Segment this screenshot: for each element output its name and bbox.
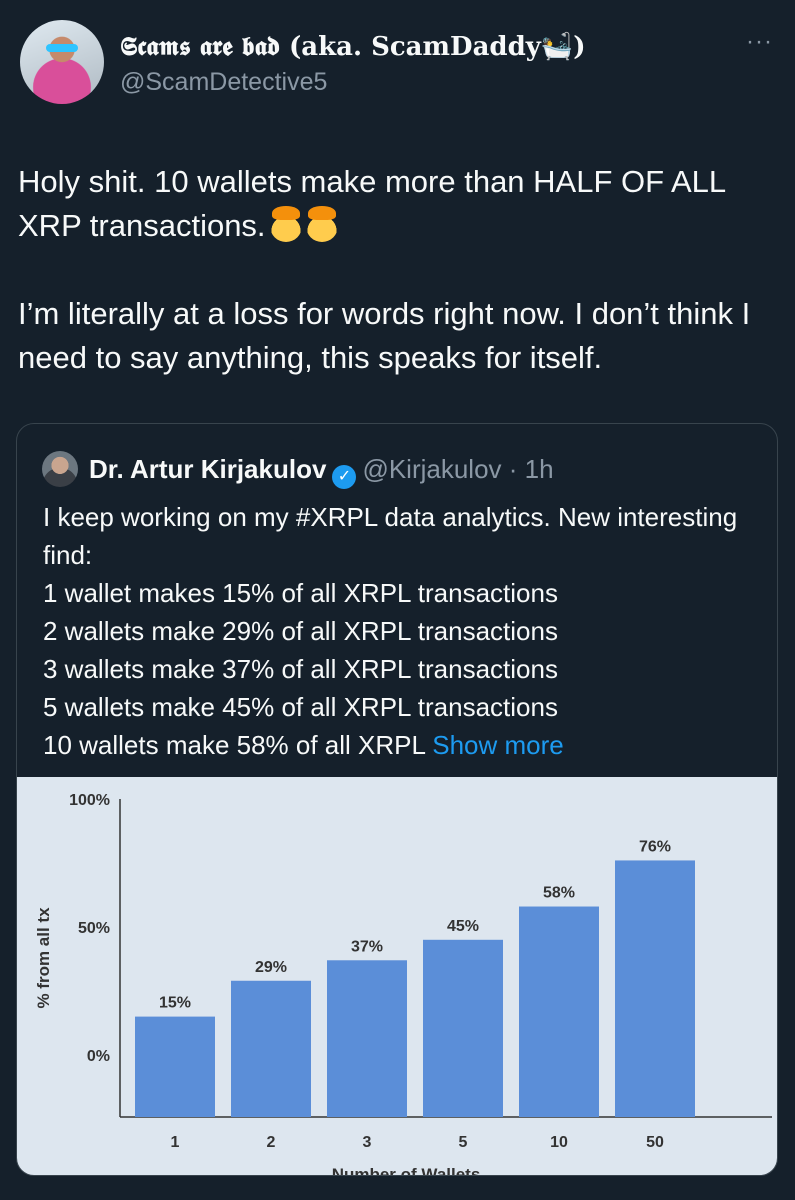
bar	[615, 860, 695, 1117]
exploding-head-emoji-icon	[305, 206, 338, 242]
x-tick-label: 3	[363, 1134, 372, 1151]
tweet-paragraph-1: Holy shit. 10 wallets make more than HAL…	[18, 160, 778, 248]
bar-value-label: 29%	[255, 959, 287, 976]
tweet-paragraph-2: I’m literally at a loss for words right …	[18, 296, 751, 375]
quoted-line: 2 wallets make 29% of all XRPL transacti…	[43, 616, 558, 646]
x-tick-label: 50	[646, 1134, 664, 1151]
bar-value-label: 58%	[543, 885, 575, 902]
author-display-name[interactable]: 𝕾𝖈𝖆𝖒𝖘 𝖆𝖗𝖊 𝖇𝖆𝖉 (aka. ScamDaddy🛀)	[120, 32, 586, 63]
quoted-tweet-text: I keep working on my #XRPL data analytic…	[43, 498, 763, 764]
quoted-author-name[interactable]: Dr. Artur Kirjakulov	[89, 454, 326, 484]
x-tick-label: 5	[459, 1134, 468, 1151]
avatar-visor	[46, 44, 78, 52]
exploding-head-emoji-icon	[269, 206, 302, 242]
x-axis-label: Number of Wallets	[332, 1165, 481, 1176]
tweet-text: Holy shit. 10 wallets make more than HAL…	[18, 160, 778, 380]
bar	[231, 980, 311, 1117]
bar-value-label: 45%	[447, 918, 479, 935]
x-tick-label: 2	[267, 1134, 276, 1151]
x-tick-label: 10	[550, 1134, 568, 1151]
tweet-line-1: Holy shit. 10 wallets make more than HAL…	[18, 164, 725, 243]
quoted-author-handle[interactable]: @Kirjakulov	[362, 454, 501, 484]
x-tick-label: 1	[171, 1134, 180, 1151]
bar-value-label: 76%	[639, 838, 671, 855]
bar	[423, 939, 503, 1117]
bar	[519, 906, 599, 1117]
bar-value-label: 37%	[351, 938, 383, 955]
quoted-line: I keep working on my #XRPL data analytic…	[43, 502, 738, 570]
y-tick-label: 0%	[87, 1048, 110, 1065]
quoted-tweet-header: Dr. Artur Kirjakulov ✓ @Kirjakulov · 1h	[89, 452, 554, 489]
show-more-link[interactable]: Show more	[432, 730, 564, 760]
quoted-line: 1 wallet makes 15% of all XRPL transacti…	[43, 578, 558, 608]
chart-image[interactable]: 0% 50% 100% % from all tx 15% 1 29% 2 37% 3 45% 5 58…	[17, 777, 777, 1176]
y-tick-label: 100%	[69, 792, 110, 809]
more-options-icon[interactable]: ···	[746, 30, 773, 54]
y-axis-label: % from all tx	[34, 907, 53, 1009]
separator-dot: ·	[501, 454, 525, 484]
quoted-line: 5 wallets make 45% of all XRPL transacti…	[43, 692, 558, 722]
quoted-line: 10 wallets make 58% of all XRPL	[43, 730, 426, 760]
bar	[327, 960, 407, 1117]
bar-chart: 0% 50% 100% % from all tx 15% 1 29% 2 37% 3 45% 5 58…	[34, 792, 772, 1176]
quoted-tweet[interactable]: Dr. Artur Kirjakulov ✓ @Kirjakulov · 1h I …	[16, 423, 778, 1176]
quoted-line-last: 10 wallets make 58% of all XRPL Show mor…	[43, 726, 763, 764]
quoted-tweet-time[interactable]: 1h	[525, 454, 554, 484]
quoted-author-avatar[interactable]	[42, 451, 78, 487]
verified-badge-icon: ✓	[332, 465, 357, 489]
author-handle[interactable]: @ScamDetective5	[120, 68, 327, 97]
bar-value-label: 15%	[159, 995, 191, 1012]
bar	[135, 1016, 215, 1117]
author-avatar[interactable]	[20, 20, 104, 104]
quoted-line: 3 wallets make 37% of all XRPL transacti…	[43, 654, 558, 684]
y-tick-label: 50%	[78, 920, 110, 937]
